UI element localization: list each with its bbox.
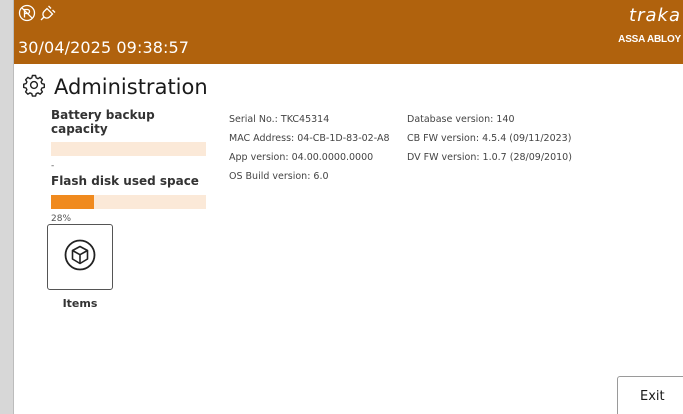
date-time: 30/04/2025 09:38:57 bbox=[18, 38, 190, 57]
battery-label: Battery backup capacity bbox=[51, 108, 155, 136]
no-network-icon bbox=[18, 4, 36, 22]
page-title: Administration bbox=[54, 75, 208, 99]
app-version: App version: 04.00.0000.0000 bbox=[229, 152, 374, 163]
flash-bar-fill bbox=[51, 195, 95, 209]
header-bar: 30/04/2025 09:38:57 traka ASSA ABLOY bbox=[14, 0, 683, 64]
device-info-left: Serial No.: TKC45314 MAC Address: 04-CB-… bbox=[229, 110, 389, 186]
screen-bezel bbox=[0, 0, 14, 414]
flash-bar bbox=[51, 195, 206, 209]
flash-label: Flash disk used space bbox=[51, 174, 199, 188]
dv-fw-version: DV FW version: 1.0.7 (28/09/2010) bbox=[407, 152, 572, 163]
exit-button[interactable]: Exit bbox=[617, 376, 683, 414]
battery-value: - bbox=[51, 161, 55, 171]
brand-logo: traka ASSA ABLOY bbox=[618, 5, 681, 46]
items-tile-label[interactable]: Items bbox=[47, 297, 113, 310]
cube-icon bbox=[63, 238, 97, 276]
brand-subtitle: ASSA ABLOY bbox=[618, 34, 681, 45]
storage-status: Battery backup capacity - Flash disk use… bbox=[51, 108, 211, 224]
power-plug-icon bbox=[39, 4, 57, 22]
cb-fw-version: CB FW version: 4.5.4 (09/11/2023) bbox=[407, 133, 572, 144]
items-tile-button[interactable] bbox=[47, 224, 113, 290]
database-version: Database version: 140 bbox=[407, 114, 515, 125]
app-screen: 30/04/2025 09:38:57 traka ASSA ABLOY Adm… bbox=[14, 0, 683, 414]
page-header: Administration bbox=[22, 73, 208, 101]
status-icons bbox=[18, 3, 57, 23]
brand-name: traka bbox=[629, 5, 681, 26]
mac-address: MAC Address: 04-CB-1D-83-02-A8 bbox=[229, 133, 390, 144]
battery-bar bbox=[51, 142, 206, 156]
flash-value: 28% bbox=[51, 214, 72, 224]
serial-number: Serial No.: TKC45314 bbox=[229, 114, 330, 125]
os-build-version: OS Build version: 6.0 bbox=[229, 171, 329, 182]
gear-icon bbox=[22, 73, 46, 101]
device-info-right: Database version: 140 CB FW version: 4.5… bbox=[407, 110, 572, 167]
